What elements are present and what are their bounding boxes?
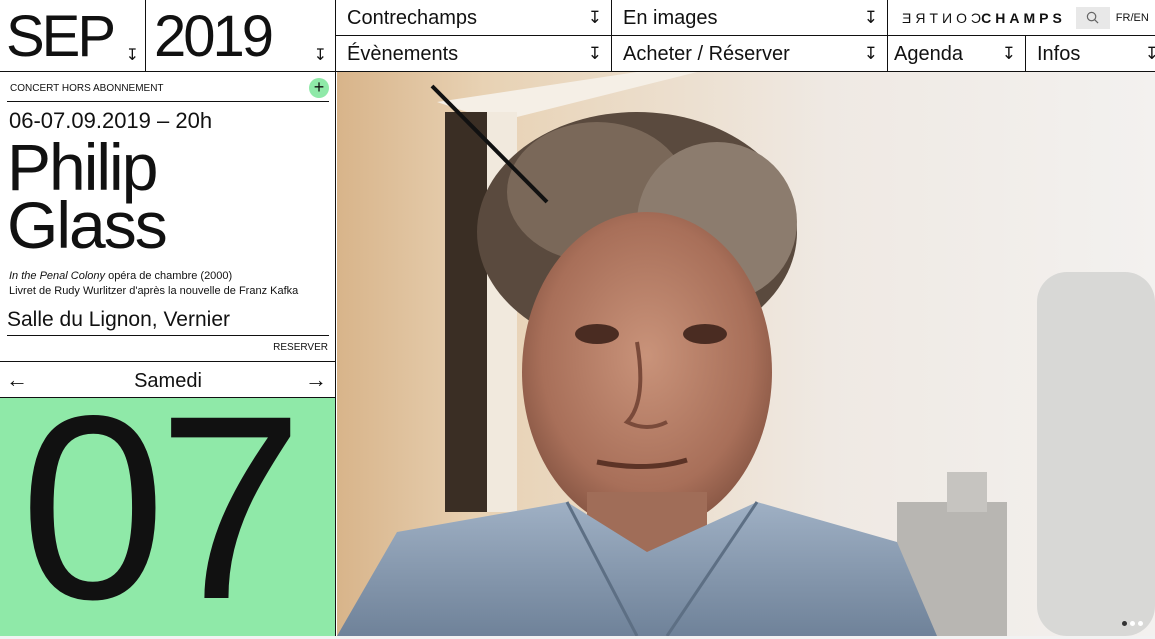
arrow-left-icon[interactable]: ← [6, 362, 28, 398]
logo-mirror-text: CONTRE [898, 9, 982, 26]
arrow-down-icon: ↧ [587, 44, 602, 63]
event-title[interactable]: Philip Glass [7, 134, 168, 262]
add-button[interactable]: + [309, 78, 329, 98]
arrow-down-icon: ↧ [1001, 44, 1016, 63]
nav-item-infos[interactable]: Infos ↧ [1026, 36, 1155, 72]
carousel-dot[interactable] [1122, 621, 1127, 626]
arrow-down-icon: ↧ [587, 8, 602, 27]
portrait-image [337, 72, 1155, 636]
venue-row: Salle du Lignon, Vernier [7, 304, 329, 336]
contrechamps-logo[interactable]: CONTRECHAMPS [898, 10, 1066, 26]
language-switch[interactable]: FR/EN [1116, 12, 1149, 24]
carousel-dots [1122, 621, 1143, 626]
search-button[interactable] [1075, 6, 1110, 29]
day-name: Samedi [134, 370, 202, 392]
nav-item-evenements[interactable]: Évènements ↧ [336, 36, 612, 72]
date-header: SEP ↧ 2019 ↧ [0, 0, 336, 72]
nav-item-label: Agenda [894, 43, 963, 65]
day-number-panel: 07 [0, 398, 336, 639]
nav-item-label: Infos [1037, 43, 1081, 65]
day-selector: Samedi ← → [0, 362, 336, 398]
carousel-dot[interactable] [1130, 621, 1135, 626]
nav-item-label: En images [623, 7, 718, 29]
month-selector[interactable]: SEP ↧ [0, 0, 146, 72]
year-selector[interactable]: 2019 ↧ [146, 0, 336, 72]
main-nav: Contrechamps ↧ En images ↧ CONTRECHAMPS … [336, 0, 1155, 72]
event-tag-row: CONCERT HORS ABONNEMENT + [7, 72, 329, 102]
arrow-right-icon[interactable]: → [305, 362, 327, 398]
year-arrow-down-icon[interactable]: ↧ [314, 48, 327, 64]
carousel-dot[interactable] [1138, 621, 1143, 626]
arrow-down-icon: ↧ [1144, 44, 1155, 63]
event-category: CONCERT HORS ABONNEMENT [10, 83, 164, 94]
nav-item-label: Acheter / Réserver [623, 43, 790, 65]
arrow-down-icon: ↧ [863, 44, 878, 63]
work-description: In the Penal Colony opéra de chambre (20… [9, 269, 298, 299]
event-venue: Salle du Lignon, Vernier [7, 308, 230, 331]
nav-item-en-images[interactable]: En images ↧ [612, 0, 888, 36]
libretto-credit: Livret de Rudy Wurlitzer d'après la nouv… [9, 285, 299, 297]
month-arrow-down-icon[interactable]: ↧ [126, 48, 139, 64]
work-desc: opéra de chambre (2000) [105, 270, 233, 282]
event-info-panel: CONCERT HORS ABONNEMENT + 06-07.09.2019 … [0, 72, 336, 362]
nav-item-label: Contrechamps [347, 7, 478, 29]
month-label: SEP [6, 4, 116, 69]
nav-item-agenda[interactable]: Agenda ↧ [888, 36, 1026, 72]
nav-item-label: Évènements [347, 43, 459, 65]
year-label: 2019 [154, 4, 274, 69]
event-photo [337, 72, 1155, 636]
title-line-2: Glass [7, 188, 168, 262]
logo-bar: CONTRECHAMPS FR/EN [888, 0, 1155, 36]
nav-item-acheter-reserver[interactable]: Acheter / Réserver ↧ [612, 36, 888, 72]
nav-item-contrechamps[interactable]: Contrechamps ↧ [336, 0, 612, 36]
logo-bold-text: CHAMPS [981, 9, 1066, 26]
work-title: In the Penal Colony [9, 270, 106, 282]
arrow-down-icon: ↧ [863, 8, 878, 27]
day-number: 07 [20, 398, 303, 639]
reserve-link[interactable]: RESERVER [273, 342, 328, 353]
search-icon [1087, 11, 1099, 24]
